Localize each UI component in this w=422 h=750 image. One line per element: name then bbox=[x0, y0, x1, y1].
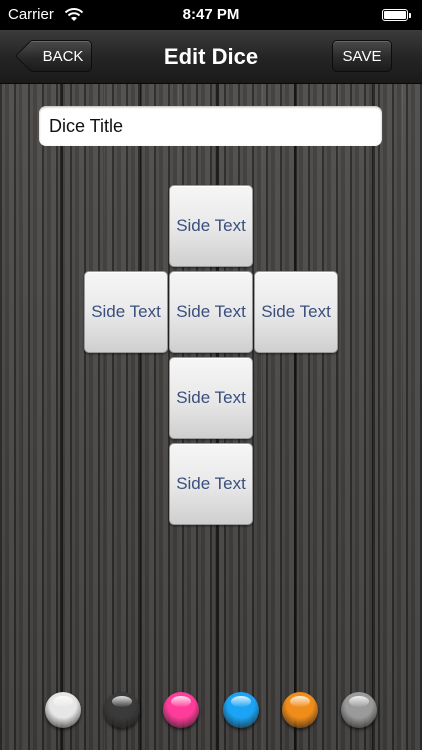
battery-icon bbox=[382, 9, 411, 21]
wood-grain bbox=[338, 84, 339, 750]
clock: 8:47 PM bbox=[182, 6, 240, 23]
nav-bar: BACK Edit Dice SAVE bbox=[0, 30, 422, 84]
dice-face-bottom[interactable]: Side Text bbox=[169, 357, 253, 439]
color-orb-gray[interactable] bbox=[341, 692, 377, 728]
color-orb-pink[interactable] bbox=[163, 692, 199, 728]
dice-face-front[interactable]: Side Text bbox=[169, 271, 253, 353]
wood-grain bbox=[402, 84, 403, 750]
color-orb-black[interactable] bbox=[104, 692, 140, 728]
dice-face-left[interactable]: Side Text bbox=[84, 271, 168, 353]
color-orb-orange[interactable] bbox=[282, 692, 318, 728]
dice-face-right[interactable]: Side Text bbox=[254, 271, 338, 353]
save-button-label: SAVE bbox=[342, 47, 382, 65]
dice-title-input[interactable] bbox=[39, 106, 382, 146]
dice-face-back[interactable]: Side Text bbox=[169, 443, 253, 525]
wood-grain bbox=[104, 84, 105, 750]
color-orb-blue[interactable] bbox=[223, 692, 259, 728]
back-button-label: BACK bbox=[42, 47, 84, 65]
color-orb-white[interactable] bbox=[45, 692, 81, 728]
save-button[interactable]: SAVE bbox=[332, 40, 392, 72]
wood-grain bbox=[22, 84, 23, 750]
wood-grain bbox=[262, 84, 263, 750]
dice-face-top[interactable]: Side Text bbox=[169, 185, 253, 267]
status-bar: Carrier 8:47 PM bbox=[0, 0, 422, 30]
